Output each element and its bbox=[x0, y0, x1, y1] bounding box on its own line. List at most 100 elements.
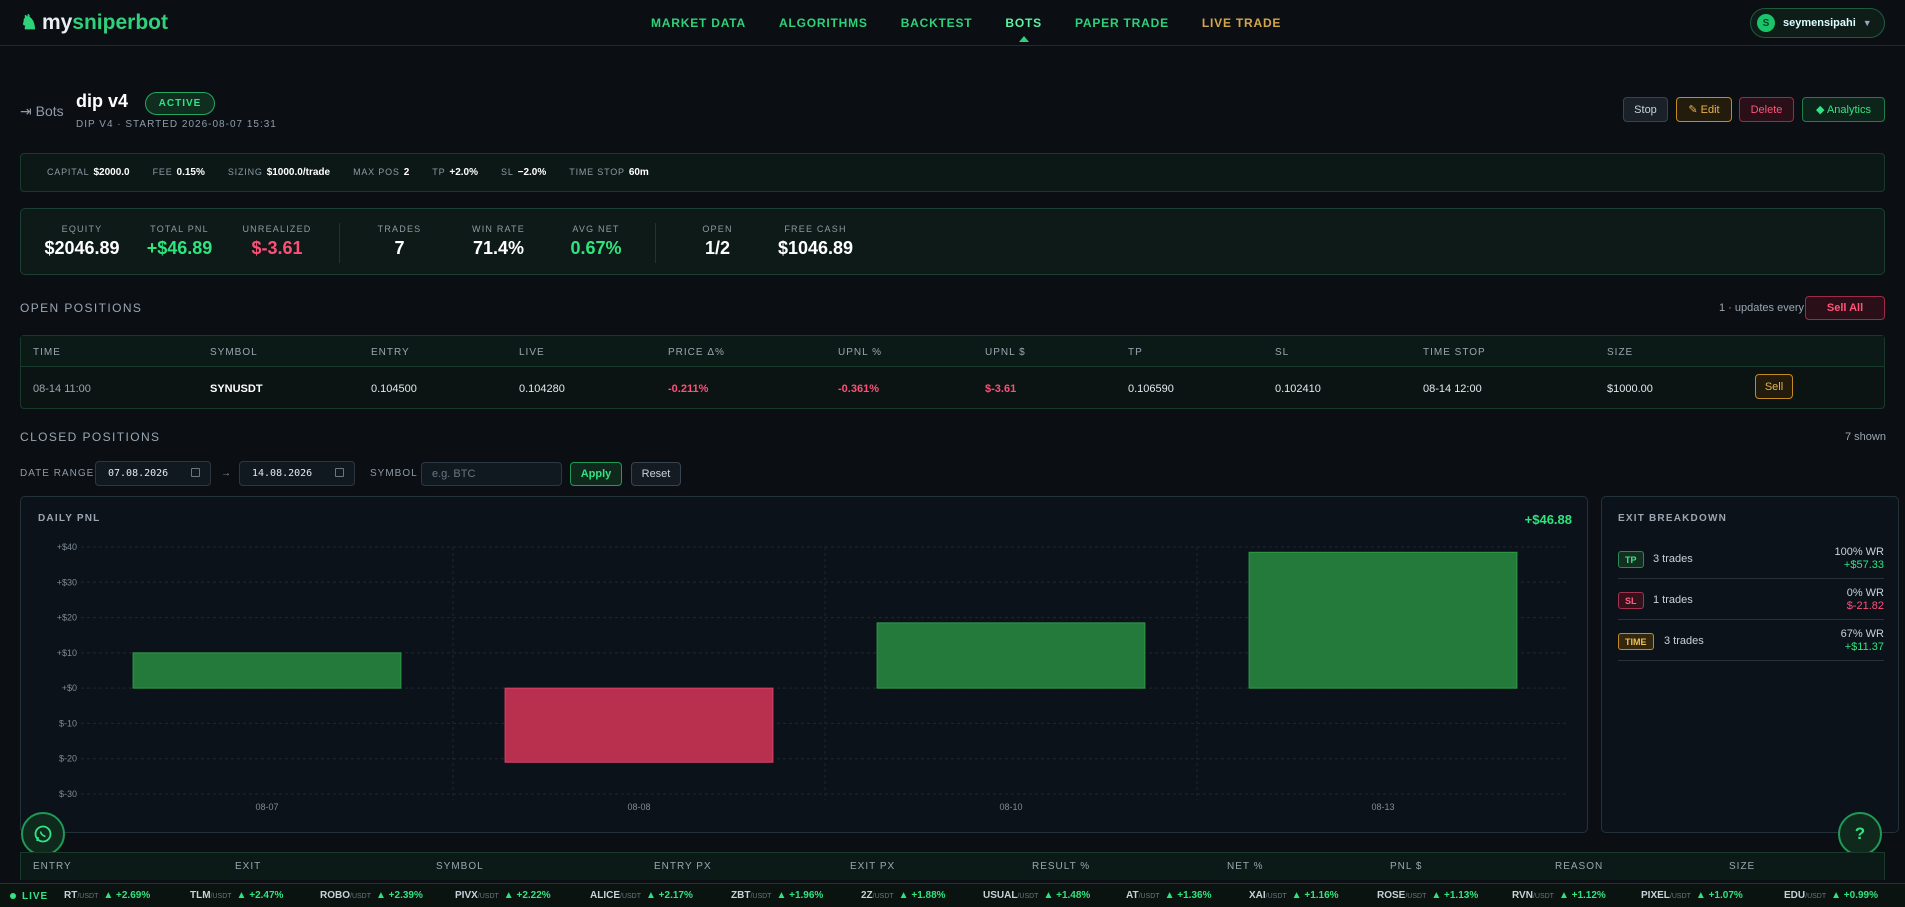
exit-trades: 3 trades bbox=[1653, 553, 1693, 565]
user-menu[interactable]: S seymensipahi ▼ bbox=[1750, 8, 1885, 38]
edit-button[interactable]: ✎ Edit bbox=[1676, 97, 1732, 122]
col-symbol[interactable]: SYMBOL bbox=[210, 347, 258, 358]
stat-free-cash: FREE CASH $1046.89 bbox=[777, 224, 854, 258]
y-tick-label: +$20 bbox=[57, 613, 77, 623]
date-to-input[interactable]: 14.08.2026 bbox=[239, 461, 355, 486]
ticker-quote: /USDT bbox=[1138, 893, 1160, 900]
ticker-item[interactable]: ROBO/USDT ▲ +2.39% bbox=[320, 890, 423, 901]
col-reason[interactable]: REASON bbox=[1555, 861, 1603, 872]
col-net-pct[interactable]: NET % bbox=[1227, 861, 1264, 872]
col-entry[interactable]: ENTRY bbox=[33, 861, 72, 872]
x-tick-label: 08-07 bbox=[255, 802, 278, 812]
col-result-pct[interactable]: RESULT % bbox=[1032, 861, 1090, 872]
whatsapp-button[interactable] bbox=[21, 812, 65, 856]
config-time-stop: TIME STOP 60m bbox=[569, 167, 649, 178]
config-sl: SL −2.0% bbox=[501, 167, 547, 178]
col-pnl-usd[interactable]: PNL $ bbox=[1390, 861, 1422, 872]
update-status: 1 · updates every 1s bbox=[1719, 302, 1819, 314]
nav-paper-trade[interactable]: PAPER TRADE bbox=[1075, 16, 1169, 30]
ticker-change: ▲ +1.88% bbox=[898, 890, 946, 901]
col-exit[interactable]: EXIT bbox=[235, 861, 261, 872]
y-tick-label: $-10 bbox=[59, 718, 77, 728]
nav-market-data[interactable]: MARKET DATA bbox=[651, 16, 746, 30]
col-size[interactable]: SIZE bbox=[1729, 861, 1755, 872]
exit-trades: 3 trades bbox=[1664, 635, 1704, 647]
date-range-label: DATE RANGE bbox=[20, 468, 95, 479]
username: seymensipahi bbox=[1783, 17, 1856, 29]
ticker-item[interactable]: ZBT/USDT ▲ +1.96% bbox=[731, 890, 823, 901]
top-navbar: ♞ my sniperbot MARKET DATA ALGORITHMS BAC… bbox=[0, 0, 1905, 46]
col-entry[interactable]: ENTRY bbox=[371, 347, 410, 358]
bot-name: dip v4 bbox=[76, 91, 129, 111]
apply-button[interactable]: Apply bbox=[570, 462, 622, 486]
cell-upnl-pct: -0.361% bbox=[838, 383, 879, 395]
nav-algorithms[interactable]: ALGORITHMS bbox=[779, 16, 868, 30]
ticker-symbol: PIVX bbox=[455, 890, 478, 901]
calendar-icon[interactable] bbox=[191, 468, 200, 477]
ticker-item[interactable]: EDU/USDT ▲ +0.99% bbox=[1784, 890, 1878, 901]
analytics-button[interactable]: ◆ Analytics bbox=[1802, 97, 1885, 122]
stat-avg-net: AVG NET 0.67% bbox=[570, 224, 622, 258]
ticker-item[interactable]: AT/USDT ▲ +1.36% bbox=[1126, 890, 1211, 901]
col-sl[interactable]: SL bbox=[1275, 347, 1289, 358]
sell-button[interactable]: Sell bbox=[1755, 374, 1793, 399]
nav-bots[interactable]: BOTS bbox=[1005, 16, 1042, 42]
stat-unrealized: UNREALIZED $-3.61 bbox=[242, 224, 312, 258]
ticker-quote: /USDT bbox=[1405, 893, 1427, 900]
col-entry-px[interactable]: ENTRY PX bbox=[654, 861, 712, 872]
divider bbox=[655, 223, 656, 263]
back-link[interactable]: ⇥ Bots bbox=[20, 103, 64, 120]
ticker-change: ▲ +2.47% bbox=[236, 890, 284, 901]
ticker-item[interactable]: ALICE/USDT ▲ +2.17% bbox=[590, 890, 693, 901]
sell-all-button[interactable]: Sell All bbox=[1805, 296, 1885, 320]
exit-row-sl: SL 1 trades 0% WR $-21.82 bbox=[1618, 579, 1884, 620]
ticker-symbol: 2Z bbox=[861, 890, 873, 901]
col-upnl-usd[interactable]: UPNL $ bbox=[985, 347, 1026, 358]
col-upnl-pct[interactable]: UPNL % bbox=[838, 347, 882, 358]
ticker-item[interactable]: PIVX/USDT ▲ +2.22% bbox=[455, 890, 551, 901]
y-tick-label: +$10 bbox=[57, 648, 77, 658]
col-tp[interactable]: TP bbox=[1128, 347, 1143, 358]
reset-button[interactable]: Reset bbox=[631, 462, 681, 486]
ticker-symbol: RVN bbox=[1512, 890, 1533, 901]
help-button[interactable]: ? bbox=[1838, 812, 1882, 856]
col-time-stop[interactable]: TIME STOP bbox=[1423, 347, 1486, 358]
ticker-item[interactable]: TLM/USDT ▲ +2.47% bbox=[190, 890, 283, 901]
y-tick-label: $-30 bbox=[59, 789, 77, 799]
col-size[interactable]: SIZE bbox=[1607, 347, 1633, 358]
ticker-item[interactable]: 2Z/USDT ▲ +1.88% bbox=[861, 890, 946, 901]
cell-price-delta: -0.211% bbox=[668, 383, 709, 395]
ticker-quote: /USDT bbox=[77, 893, 99, 900]
ticker-item[interactable]: PIXEL/USDT ▲ +1.07% bbox=[1641, 890, 1743, 901]
col-price-delta[interactable]: PRICE Δ% bbox=[668, 347, 725, 358]
date-from-value: 07.08.2026 bbox=[108, 468, 169, 479]
stat-win-rate: WIN RATE 71.4% bbox=[472, 224, 525, 258]
ticker-quote: /USDT bbox=[210, 893, 232, 900]
ticker-quote: /USDT bbox=[1532, 893, 1554, 900]
col-symbol[interactable]: SYMBOL bbox=[436, 861, 484, 872]
col-exit-px[interactable]: EXIT PX bbox=[850, 861, 895, 872]
logo[interactable]: ♞ my sniperbot bbox=[20, 10, 168, 35]
col-time[interactable]: TIME bbox=[33, 347, 61, 358]
cell-tp: 0.106590 bbox=[1128, 383, 1174, 395]
stop-button[interactable]: Stop bbox=[1623, 97, 1668, 122]
calendar-icon[interactable] bbox=[335, 468, 344, 477]
ticker-item[interactable]: RVN/USDT ▲ +1.12% bbox=[1512, 890, 1606, 901]
nav-live-trade[interactable]: LIVE TRADE bbox=[1202, 16, 1281, 30]
ticker-item[interactable]: ROSE/USDT ▲ +1.13% bbox=[1377, 890, 1478, 901]
col-live[interactable]: LIVE bbox=[519, 347, 545, 358]
stat-total-pnl: TOTAL PNL +$46.89 bbox=[146, 224, 213, 258]
ticker-change: ▲ +2.69% bbox=[103, 890, 151, 901]
ticker-item[interactable]: RT/USDT ▲ +2.69% bbox=[64, 890, 150, 901]
ticker-quote: /USDT bbox=[1669, 893, 1691, 900]
delete-button[interactable]: Delete bbox=[1739, 97, 1794, 122]
stat-trades: TRADES 7 bbox=[377, 224, 422, 258]
ticker-item[interactable]: USUAL/USDT ▲ +1.48% bbox=[983, 890, 1090, 901]
ticker-symbol: ROSE bbox=[1377, 890, 1406, 901]
ticker-item[interactable]: XAI/USDT ▲ +1.16% bbox=[1249, 890, 1339, 901]
symbol-filter-input[interactable] bbox=[421, 462, 562, 486]
whatsapp-icon bbox=[34, 825, 52, 843]
date-from-input[interactable]: 07.08.2026 bbox=[95, 461, 211, 486]
stat-equity: EQUITY $2046.89 bbox=[44, 224, 120, 258]
nav-backtest[interactable]: BACKTEST bbox=[901, 16, 973, 30]
